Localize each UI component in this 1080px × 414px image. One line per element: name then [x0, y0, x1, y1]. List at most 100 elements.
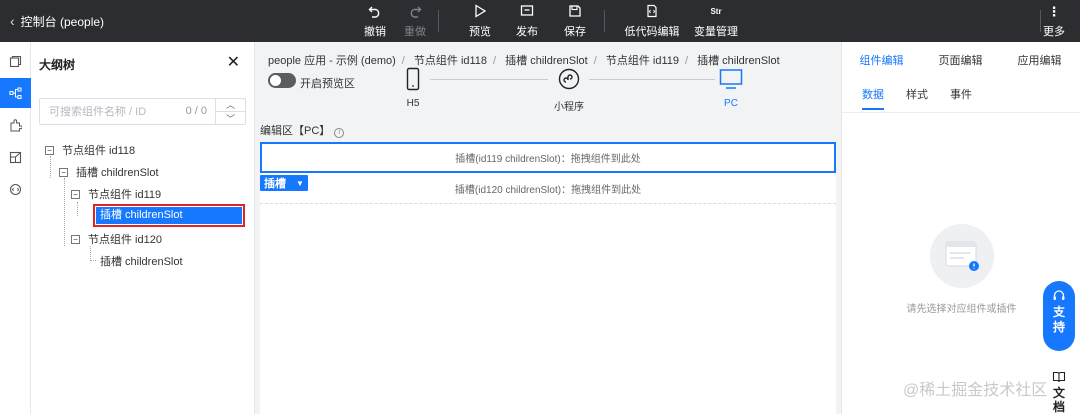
breadcrumb-item[interactable]: 节点组件 id119: [606, 55, 679, 67]
search-match-count: 0 / 0: [185, 105, 207, 117]
info-icon[interactable]: i: [334, 128, 345, 138]
preview-toggle-label: 开启预览区: [300, 78, 355, 90]
save-button[interactable]: 保存: [545, 4, 605, 38]
slot-dropzone-id119[interactable]: 插槽(id119 childrenSlot)：拖拽组件到此处: [260, 142, 836, 173]
variable-manage-button[interactable]: Str 变量管理: [686, 4, 746, 38]
breadcrumb-item[interactable]: people 应用 - 示例 (demo): [268, 55, 396, 67]
tree-node-label: 节点组件 id118: [62, 145, 136, 157]
device-pc[interactable]: PC: [701, 66, 761, 109]
lowcode-edit-button[interactable]: 低代码编辑: [622, 4, 682, 38]
subtab-style[interactable]: 样式: [906, 86, 928, 110]
more-label: 更多: [1043, 26, 1065, 38]
device-label: H5: [406, 98, 420, 109]
tab-app-edit[interactable]: 应用编辑: [1000, 42, 1079, 78]
component-library-icon[interactable]: [0, 110, 31, 140]
outline-search-input[interactable]: [40, 105, 180, 118]
play-icon: [473, 4, 487, 20]
tree-node-label: 插槽 childrenSlot: [100, 256, 183, 268]
caret-down-icon: ▼: [296, 178, 304, 188]
edit-canvas[interactable]: 插槽(id119 childrenSlot)：拖拽组件到此处 插槽(id120 …: [260, 142, 836, 414]
tree-node-label: 节点组件 id119: [88, 189, 162, 201]
device-connector: [589, 79, 715, 80]
docs-button[interactable]: 文 档: [1043, 366, 1075, 414]
tree-node[interactable]: − 节点组件 id119: [71, 184, 161, 204]
tree-guide-line: [77, 202, 78, 216]
slot-tag-label: 插槽: [264, 178, 286, 190]
more-button[interactable]: ⋮ 更多: [1032, 4, 1076, 38]
toggle-knob: [270, 75, 281, 86]
tree-node[interactable]: − 插槽 childrenSlot: [59, 162, 159, 182]
book-icon: [1052, 370, 1066, 386]
slot-tag[interactable]: 插槽 ▼: [260, 175, 308, 191]
outline-search: 0 / 0 ︿ ﹀: [39, 98, 246, 125]
support-label-2: 持: [1052, 320, 1065, 334]
subtab-events[interactable]: 事件: [950, 86, 972, 110]
device-h5[interactable]: H5: [383, 66, 443, 109]
device-label: 小程序: [554, 102, 584, 113]
tree-node[interactable]: − 节点组件 id120: [71, 229, 162, 249]
tree-node-label: 插槽 childrenSlot: [96, 207, 242, 224]
redo-button[interactable]: 重做: [385, 4, 445, 38]
back-label: 控制台 (people): [20, 14, 105, 29]
close-icon[interactable]: ✕: [227, 52, 240, 72]
data-source-icon[interactable]: [0, 142, 31, 172]
outline-title: 大纲树: [39, 58, 76, 72]
monitor-icon: [719, 66, 743, 92]
tree-node[interactable]: 插槽 childrenSlot: [100, 251, 183, 271]
chevron-left-icon: ‹: [10, 13, 15, 29]
variable-manage-label: 变量管理: [694, 26, 738, 38]
variable-icon: Str: [710, 7, 722, 16]
watermark: @稀土掘金技术社区: [903, 382, 1048, 399]
subtab-data[interactable]: 数据: [862, 86, 884, 110]
phone-icon: [406, 66, 420, 92]
edit-area-title: 编辑区【PC】: [260, 125, 331, 137]
tab-page-edit[interactable]: 页面编辑: [921, 42, 1000, 78]
device-miniprogram[interactable]: 小程序: [539, 66, 599, 113]
search-next-icon[interactable]: ﹀: [216, 112, 245, 125]
undo-icon: [368, 4, 382, 20]
search-prev-icon[interactable]: ︿: [216, 98, 245, 112]
tree-guide-line: [64, 178, 65, 246]
collapse-icon[interactable]: −: [59, 167, 68, 177]
support-button[interactable]: 支 持: [1043, 281, 1075, 351]
more-vertical-icon: ⋮: [1047, 4, 1061, 19]
code-block-icon[interactable]: [0, 174, 31, 204]
redo-label: 重做: [404, 26, 426, 38]
slot-dropzone-id120[interactable]: 插槽(id120 childrenSlot)：拖拽组件到此处: [260, 173, 836, 204]
publish-icon: [520, 4, 534, 20]
docs-label-2: 档: [1052, 400, 1065, 414]
preview-label: 预览: [469, 26, 491, 38]
headset-icon: [1052, 289, 1066, 305]
top-toolbar: ‹ 控制台 (people) 撤销 重做 预览 发布 保存 低代码编辑 Str …: [0, 0, 1080, 42]
tree-node[interactable]: − 节点组件 id118: [45, 140, 135, 160]
undo-label: 撤销: [364, 26, 386, 38]
tree-node-selected[interactable]: 插槽 childrenSlot: [93, 204, 245, 227]
left-icon-rail: [0, 42, 31, 414]
outline-tree-icon[interactable]: [0, 78, 31, 108]
tree-node-label: 插槽 childrenSlot: [76, 167, 159, 179]
save-label: 保存: [564, 26, 586, 38]
support-label-1: 支: [1052, 305, 1065, 319]
tree-node-label: 节点组件 id120: [88, 234, 162, 246]
properties-subtabs: 数据 样式 事件: [862, 86, 972, 110]
edit-area-label: 编辑区【PC】 i: [260, 122, 345, 138]
collapse-icon[interactable]: −: [71, 234, 80, 244]
pages-icon[interactable]: [0, 46, 31, 76]
toolbar-divider: [438, 10, 439, 32]
collapse-icon[interactable]: −: [45, 145, 54, 155]
divider: [842, 112, 1080, 113]
tab-component-edit[interactable]: 组件编辑: [842, 42, 921, 78]
empty-state-icon: [930, 224, 994, 288]
outline-tree-panel: 大纲树 ✕ 0 / 0 ︿ ﹀ − 节点组件 id118 − 插槽 childr…: [31, 42, 255, 414]
search-nav: ︿ ﹀: [215, 98, 245, 125]
toolbar-divider: [604, 10, 605, 32]
properties-panel: 组件编辑 页面编辑 应用编辑 数据 样式 事件 请先选择对应组件或插件: [841, 42, 1080, 414]
back-to-console-button[interactable]: ‹ 控制台 (people): [10, 0, 104, 42]
docs-label-1: 文: [1052, 386, 1065, 400]
redo-icon: [408, 4, 422, 20]
collapse-icon[interactable]: −: [71, 189, 80, 199]
preview-toggle[interactable]: [268, 73, 296, 88]
editor-area: people 应用 - 示例 (demo) / 节点组件 id118/ 插槽 ch…: [255, 42, 841, 414]
save-icon: [568, 4, 582, 20]
miniprogram-icon: [558, 66, 580, 92]
